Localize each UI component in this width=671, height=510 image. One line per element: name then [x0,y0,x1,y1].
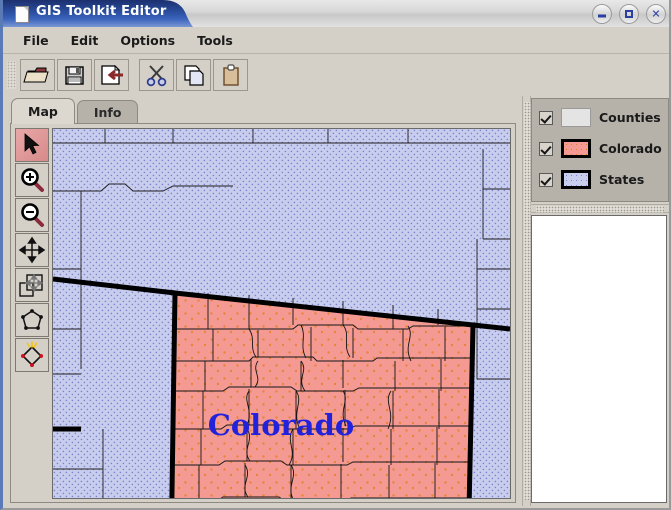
clipboard-paste-icon [223,64,239,86]
tab-map[interactable]: Map [11,98,75,124]
map-tool-palette [15,128,49,373]
zoom-in-tool[interactable] [15,163,49,197]
tab-info[interactable]: Info [76,100,139,124]
title-bar: GIS Toolkit Editor ✕ [3,0,669,27]
floppy-save-icon [65,66,84,85]
polygon-icon [21,309,43,330]
menu-item-options[interactable]: Options [110,30,185,51]
states-swatch [561,170,591,189]
arrow-cursor-icon [24,133,40,155]
legend-item-colorado[interactable]: Colorado [532,133,668,164]
diamond-node-icon [21,341,43,367]
colorado-checkbox[interactable] [539,141,553,156]
four-way-arrows-icon [18,236,46,264]
minimize-icon [598,14,606,18]
layer-legend: Counties Colorado States [531,98,669,202]
tab-info-label: Info [93,105,122,120]
maximize-icon [625,10,633,18]
import-button[interactable] [94,59,129,91]
document-icon [15,6,29,23]
menu-item-file[interactable]: File [13,30,59,51]
pan-tool[interactable] [15,233,49,267]
maximize-button[interactable] [619,4,639,24]
legend-item-states[interactable]: States [532,164,668,195]
page-arrow-import-icon [101,64,123,85]
minimize-button[interactable] [592,4,612,24]
paste-button[interactable] [213,59,248,91]
menu-item-tools[interactable]: Tools [187,30,243,51]
zoom-out-tool[interactable] [15,198,49,232]
edit-node-tool[interactable] [15,338,49,372]
application-window: GIS Toolkit Editor ✕ File Edit Options T… [0,0,671,510]
toolbar-separator [131,59,139,91]
states-checkbox[interactable] [539,172,553,187]
close-button[interactable]: ✕ [646,4,666,24]
select-arrow-tool[interactable] [15,128,49,162]
magnifier-plus-icon [21,168,44,192]
copy-button[interactable] [176,59,211,91]
counties-label: Counties [599,110,661,125]
colorado-swatch [561,139,591,158]
window-controls: ✕ [592,4,666,24]
window-title: GIS Toolkit Editor [36,4,167,19]
vertical-splitter[interactable] [522,96,531,506]
map-view[interactable]: Colorado [52,128,511,499]
tool-bar [3,54,669,96]
extent-box-arrows-icon [19,273,44,297]
right-pane: Counties Colorado States [531,96,669,506]
map-canvas: Colorado [53,129,510,498]
scissors-icon [146,65,167,87]
counties-swatch [561,108,591,127]
menu-item-edit[interactable]: Edit [61,30,109,51]
horizontal-splitter[interactable] [531,204,669,213]
magnifier-minus-icon [21,203,44,227]
save-button[interactable] [57,59,92,91]
legend-item-counties[interactable]: Counties [532,102,668,133]
info-detail-panel[interactable] [531,215,667,503]
main-content: Map Info Colorado Counties Colorado Stat… [3,96,669,508]
splitter-grip [524,102,531,500]
states-label: States [599,172,645,187]
copy-pages-icon [184,65,204,86]
colorado-label: Colorado [599,141,662,156]
map-tab-panel: Colorado [10,123,516,503]
map-label: Colorado [208,408,354,442]
zoom-extent-tool[interactable] [15,268,49,302]
left-pane: Map Info Colorado [6,96,521,506]
open-button[interactable] [20,59,55,91]
cut-button[interactable] [139,59,174,91]
tab-map-label: Map [28,104,58,119]
menu-bar: File Edit Options Tools [3,27,669,54]
polygon-tool[interactable] [15,303,49,337]
close-icon: ✕ [651,7,661,21]
open-folder-icon [23,67,49,83]
toolbar-drag-handle[interactable] [7,61,16,89]
splitter-grip-horizontal [536,206,664,213]
counties-checkbox[interactable] [539,110,553,125]
tab-strip: Map Info [11,98,139,124]
